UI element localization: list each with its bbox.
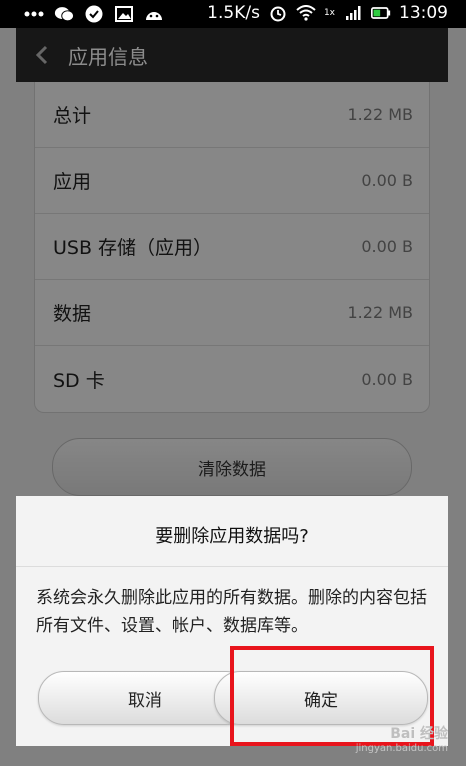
watermark-logo: Bai 经验	[390, 726, 448, 742]
image-icon	[114, 4, 134, 24]
more-dots-icon	[24, 4, 44, 24]
signal-icon	[343, 3, 363, 23]
wechat-icon	[54, 4, 74, 24]
android-icon	[144, 4, 164, 24]
alarm-icon	[268, 3, 288, 23]
wifi-icon	[296, 3, 316, 23]
check-icon	[84, 4, 104, 24]
dialog-title: 要删除应用数据吗?	[155, 526, 309, 547]
notification-icons	[24, 4, 164, 24]
battery-icon	[371, 3, 391, 23]
network-badge: 1x	[323, 8, 335, 18]
dialog-message: 系统会永久删除此应用的所有数据。删除的内容包括所有文件、设置、帐户、数据库等。	[36, 588, 427, 636]
network-speed: 1.5K/s	[207, 3, 260, 23]
watermark-url: jingyan.baidu.com	[355, 743, 448, 754]
status-right: 1.5K/s 1x 13:09	[207, 3, 448, 23]
watermark: Bai 经验 jingyan.baidu.com	[356, 723, 448, 754]
dialog-divider	[16, 566, 448, 567]
status-bar: 1.5K/s 1x 13:09	[0, 0, 466, 28]
clock: 13:09	[399, 3, 448, 23]
